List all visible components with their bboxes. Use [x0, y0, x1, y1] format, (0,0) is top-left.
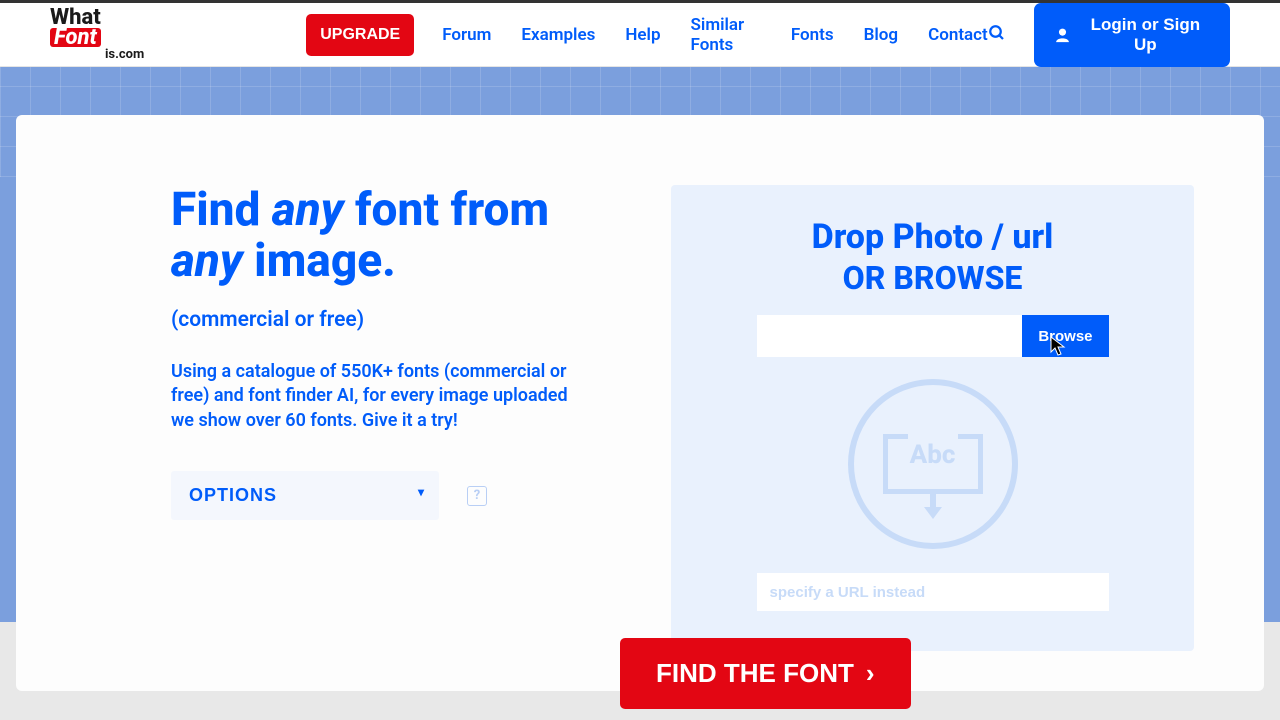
h-text3: image.	[243, 234, 396, 288]
h-text: Find	[171, 183, 272, 237]
nav-contact[interactable]: Contact	[928, 25, 988, 45]
nav-similar-fonts[interactable]: Similar Fonts	[691, 15, 761, 55]
headline: Find any font from any image.	[171, 185, 571, 286]
file-path-input[interactable]	[757, 315, 1023, 357]
logo-iscom: is.com	[50, 49, 146, 61]
hero-left: Find any font from any image. (commercia…	[171, 185, 571, 651]
h-any2: any	[171, 234, 243, 288]
site-logo[interactable]: WhatFont is.com	[50, 8, 146, 61]
url-input[interactable]	[757, 573, 1109, 611]
options-row: OPTIONS ?	[171, 471, 571, 520]
nav-blog[interactable]: Blog	[864, 25, 899, 45]
drop-heading-1: Drop Photo / url	[812, 217, 1054, 257]
file-row: Browse	[757, 315, 1109, 357]
nav-forum[interactable]: Forum	[442, 25, 491, 45]
nav-links: Forum Examples Help Similar Fonts Fonts …	[442, 15, 988, 55]
find-font-button[interactable]: FIND THE FONT ›	[620, 638, 911, 709]
logo-font: Font	[50, 28, 101, 48]
upload-panel[interactable]: Drop Photo / url OR BROWSE Browse Abc	[671, 185, 1194, 651]
description: Using a catalogue of 550K+ fonts (commer…	[171, 360, 571, 433]
help-icon[interactable]: ?	[467, 486, 487, 506]
upgrade-button[interactable]: UPGRADE	[306, 14, 414, 56]
nav-help[interactable]: Help	[625, 25, 660, 45]
options-dropdown[interactable]: OPTIONS	[171, 471, 439, 520]
h-text2: font from	[344, 183, 550, 237]
upload-illustration-icon: Abc	[848, 379, 1018, 549]
login-label: Login or Sign Up	[1081, 15, 1210, 55]
down-arrow-icon	[924, 493, 942, 521]
main-nav: WhatFont is.com UPGRADE Forum Examples H…	[0, 3, 1280, 67]
browse-button[interactable]: Browse	[1022, 315, 1108, 357]
chevron-right-icon: ›	[866, 658, 875, 689]
abc-label: Abc	[910, 440, 956, 470]
hero-section: Find any font from any image. (commercia…	[0, 67, 1280, 720]
abc-box-icon: Abc	[883, 434, 983, 494]
drop-heading-2: OR BROWSE	[843, 259, 1023, 297]
search-icon[interactable]	[988, 24, 1006, 46]
nav-examples[interactable]: Examples	[521, 25, 595, 45]
subheadline: (commercial or free)	[171, 308, 571, 332]
user-icon	[1054, 26, 1071, 44]
find-font-label: FIND THE FONT	[656, 658, 854, 689]
h-any1: any	[272, 183, 344, 237]
nav-fonts[interactable]: Fonts	[791, 25, 834, 45]
hero-card: Find any font from any image. (commercia…	[16, 115, 1264, 691]
login-button[interactable]: Login or Sign Up	[1034, 3, 1230, 67]
